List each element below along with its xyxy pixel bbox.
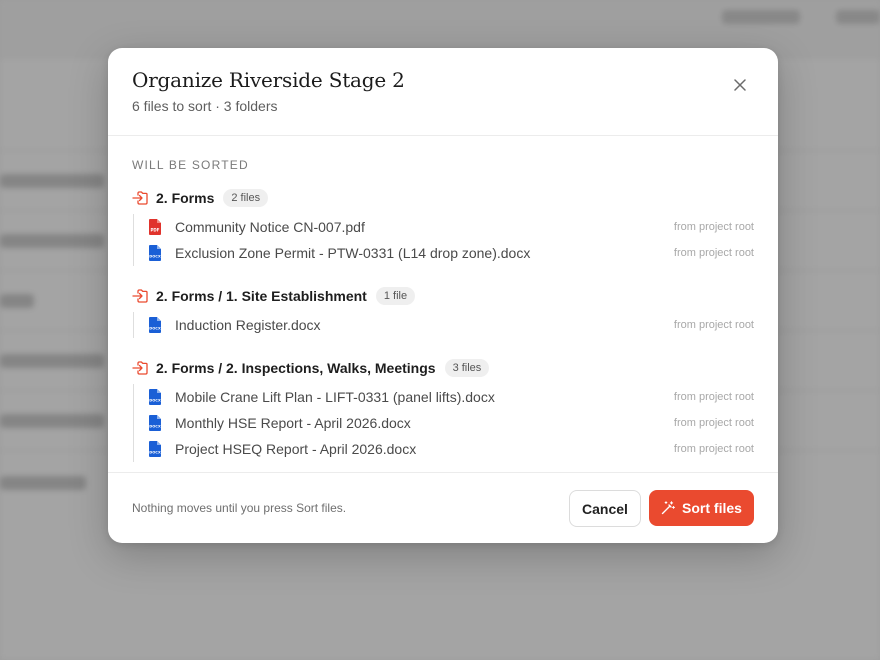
svg-text:PDF: PDF xyxy=(151,228,160,233)
docx-file-icon: DOCX xyxy=(149,441,161,457)
file-count-badge: 1 file xyxy=(375,287,416,305)
folder-move-icon xyxy=(132,191,148,205)
file-origin: from project root xyxy=(673,247,754,259)
file-row: DOCX Monthly HSE Report - April 2026.doc… xyxy=(149,410,754,436)
sort-files-button[interactable]: Sort files xyxy=(649,490,754,526)
file-row: PDF Community Notice CN-007.pdf from pro… xyxy=(149,214,754,240)
file-origin: from project root xyxy=(673,319,754,331)
svg-text:DOCX: DOCX xyxy=(149,255,161,259)
dialog-footer: Nothing moves until you press Sort files… xyxy=(108,472,778,543)
file-list: DOCX Induction Register.docx from projec… xyxy=(133,312,754,338)
docx-file-icon: DOCX xyxy=(149,245,161,261)
file-row: DOCX Induction Register.docx from projec… xyxy=(149,312,754,338)
footer-note: Nothing moves until you press Sort files… xyxy=(132,501,347,515)
file-origin: from project root xyxy=(673,221,754,233)
folder-group-header: 2. Forms / 1. Site Establishment 1 file xyxy=(132,286,754,306)
file-name: Mobile Crane Lift Plan - LIFT-0331 (pane… xyxy=(175,389,495,405)
file-origin: from project root xyxy=(673,443,754,455)
section-label: WILL BE SORTED xyxy=(132,158,249,172)
file-name: Exclusion Zone Permit - PTW-0331 (L14 dr… xyxy=(175,245,531,261)
magic-wand-icon xyxy=(661,501,675,515)
file-list: PDF Community Notice CN-007.pdf from pro… xyxy=(133,214,754,266)
folder-group-header: 2. Forms / 2. Inspections, Walks, Meetin… xyxy=(132,358,754,378)
folder-group-name: 2. Forms / 1. Site Establishment xyxy=(156,288,367,304)
file-row: DOCX Exclusion Zone Permit - PTW-0331 (L… xyxy=(149,240,754,266)
sort-files-label: Sort files xyxy=(682,500,742,516)
file-name: Monthly HSE Report - April 2026.docx xyxy=(175,415,411,431)
folder-move-icon xyxy=(132,361,148,375)
folder-group-name: 2. Forms / 2. Inspections, Walks, Meetin… xyxy=(156,360,436,376)
docx-file-icon: DOCX xyxy=(149,317,161,333)
dialog-title: Organize Riverside Stage 2 xyxy=(132,68,405,92)
folder-group: 2. Forms / 1. Site Establishment 1 file … xyxy=(132,286,754,338)
dialog-header: Organize Riverside Stage 2 6 files to so… xyxy=(108,48,778,136)
file-row: DOCX Mobile Crane Lift Plan - LIFT-0331 … xyxy=(149,384,754,410)
svg-text:DOCX: DOCX xyxy=(149,451,161,455)
svg-text:DOCX: DOCX xyxy=(149,399,161,403)
file-origin: from project root xyxy=(673,391,754,403)
close-icon xyxy=(734,79,746,91)
file-list: DOCX Mobile Crane Lift Plan - LIFT-0331 … xyxy=(133,384,754,462)
file-name: Project HSEQ Report - April 2026.docx xyxy=(175,441,417,457)
file-name: Induction Register.docx xyxy=(175,317,321,333)
close-button[interactable] xyxy=(728,73,752,97)
folder-move-icon xyxy=(132,289,148,303)
docx-file-icon: DOCX xyxy=(149,415,161,431)
organize-dialog: Organize Riverside Stage 2 6 files to so… xyxy=(108,48,778,543)
folder-group: 2. Forms 2 files PDF Community Notice CN… xyxy=(132,188,754,266)
file-count-badge: 2 files xyxy=(223,189,269,207)
file-origin: from project root xyxy=(673,417,754,429)
pdf-file-icon: PDF xyxy=(149,219,161,235)
file-name: Community Notice CN-007.pdf xyxy=(175,219,365,235)
folder-group-name: 2. Forms xyxy=(156,190,215,206)
dialog-body: WILL BE SORTED 2. Forms 2 files PDF Comm… xyxy=(132,158,754,462)
docx-file-icon: DOCX xyxy=(149,389,161,405)
svg-text:DOCX: DOCX xyxy=(149,425,161,429)
folder-group-header: 2. Forms 2 files xyxy=(132,188,754,208)
dialog-subtitle: 6 files to sort · 3 folders xyxy=(132,98,278,114)
file-count-badge: 3 files xyxy=(444,359,490,377)
file-row: DOCX Project HSEQ Report - April 2026.do… xyxy=(149,436,754,462)
cancel-button[interactable]: Cancel xyxy=(569,490,641,527)
folder-group: 2. Forms / 2. Inspections, Walks, Meetin… xyxy=(132,358,754,462)
svg-text:DOCX: DOCX xyxy=(149,327,161,331)
